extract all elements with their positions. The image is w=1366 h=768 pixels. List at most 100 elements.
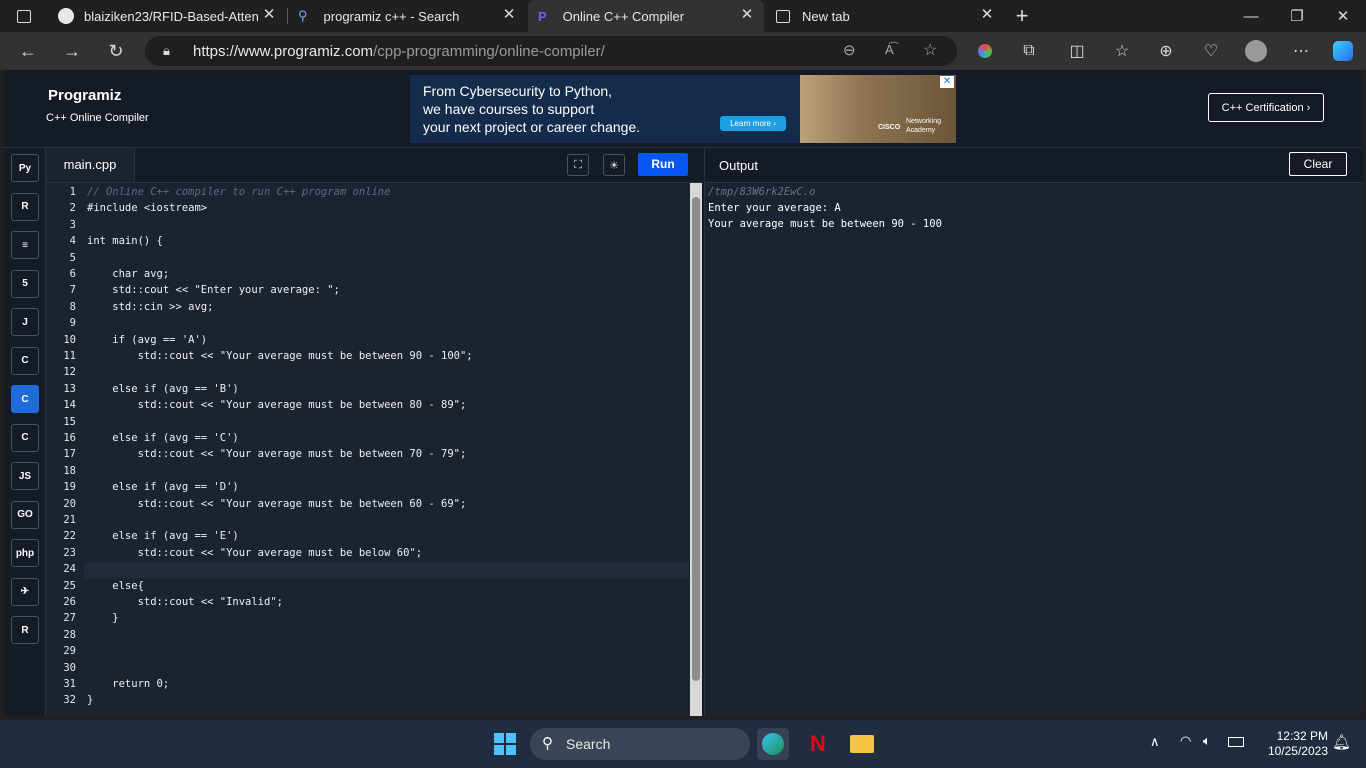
forward-icon[interactable]: →: [59, 39, 85, 63]
show-hidden-icons-chevron-icon[interactable]: ∧: [1150, 734, 1160, 750]
line-number: 26: [63, 596, 76, 608]
tab-actions-button[interactable]: [8, 0, 38, 32]
programiz-icon: P: [538, 8, 547, 24]
read-aloud-icon[interactable]: A͡: [885, 42, 894, 57]
line-number: 28: [63, 628, 76, 641]
extension-color-icon[interactable]: [972, 39, 998, 63]
language-sidebar: Py R ≡ 5 J C C C JS GO php ✈ R: [4, 148, 46, 716]
code-line: if (avg == 'A'): [87, 333, 208, 346]
ad-brand: CISCO: [878, 124, 901, 131]
back-icon[interactable]: ←: [15, 39, 41, 63]
wifi-icon[interactable]: ◠: [1180, 733, 1191, 749]
code-line: }: [87, 612, 119, 625]
split-screen-icon[interactable]: ◫: [1064, 39, 1090, 63]
zoom-icon[interactable]: ⊖: [843, 41, 856, 59]
code-line: std::cin >> avg;: [87, 300, 214, 313]
restore-icon[interactable]: ❐: [1274, 0, 1320, 32]
code-line: return 0;: [87, 678, 170, 690]
line-number: 32: [63, 694, 76, 707]
taskbar-clock[interactable]: 12:32 PM 10/25/2023: [1258, 729, 1328, 759]
notification-bell-icon[interactable]: 🔔︎: [1332, 733, 1351, 751]
refresh-icon[interactable]: ↻: [103, 39, 129, 63]
profile-avatar-icon[interactable]: [1243, 39, 1269, 63]
ad-line-1: From Cybersecurity to Python,: [423, 83, 613, 99]
theme-toggle-icon[interactable]: ☀: [603, 154, 625, 176]
volume-icon[interactable]: 🔈︎: [1203, 733, 1211, 749]
address-bar[interactable]: 🔒︎ https://www.programiz.com/cpp-program…: [145, 36, 957, 66]
extensions-icon[interactable]: ⧉: [1016, 39, 1042, 63]
tab-actions-icon: [17, 9, 31, 23]
browser-toolbar: ← → ↻ 🔒︎ https://www.programiz.com/cpp-p…: [0, 32, 1366, 70]
browser-essentials-icon[interactable]: ♡: [1198, 39, 1224, 63]
file-tab[interactable]: main.cpp: [46, 148, 135, 182]
line-number: 18: [63, 464, 76, 477]
ad-close-icon[interactable]: ✕: [940, 76, 954, 88]
c-language-icon[interactable]: C: [11, 346, 39, 375]
tab-search[interactable]: ⚲ programiz c++ - Search ✕: [288, 0, 526, 32]
go-language-icon[interactable]: GO: [11, 500, 39, 529]
html-language-icon[interactable]: 5: [11, 269, 39, 298]
line-number: 2: [69, 202, 76, 215]
lock-icon: 🔒︎: [163, 43, 170, 58]
clear-button[interactable]: Clear: [1289, 152, 1347, 176]
line-number: 11: [63, 350, 76, 362]
close-window-icon[interactable]: ✕: [1320, 0, 1366, 32]
output-line: /tmp/83W6rk2EwC.o: [708, 186, 816, 198]
favorite-star-icon[interactable]: ☆: [923, 40, 937, 60]
minimize-icon[interactable]: —: [1228, 0, 1274, 32]
code-editor[interactable]: 1 // Online C++ compiler to run C++ progr…: [46, 183, 702, 716]
line-number: 4: [69, 235, 76, 248]
java-language-icon[interactable]: J: [11, 308, 39, 336]
collections-icon[interactable]: ⊕: [1153, 39, 1179, 63]
line-number: 9: [69, 317, 76, 330]
more-options-icon[interactable]: ⋯: [1288, 39, 1314, 63]
close-tab-icon[interactable]: ✕: [502, 7, 516, 22]
fullscreen-icon[interactable]: ⛶: [567, 154, 589, 176]
advertisement-banner[interactable]: From Cybersecurity to Python, we have co…: [410, 75, 956, 143]
rust-language-icon[interactable]: R: [11, 616, 39, 644]
code-line: else{: [87, 579, 144, 592]
edge-taskbar-icon[interactable]: [757, 728, 789, 760]
taskbar-search[interactable]: ⚲ Search: [530, 728, 750, 760]
tab-online-compiler[interactable]: P Online C++ Compiler ✕: [528, 0, 764, 32]
windows-start-icon[interactable]: [489, 728, 521, 760]
close-tab-icon[interactable]: ✕: [262, 7, 276, 22]
tab-github[interactable]: blaiziken23/RFID-Based-Attendar ✕: [48, 0, 286, 32]
line-number: 30: [63, 661, 76, 674]
browser-tab-bar: blaiziken23/RFID-Based-Attendar ✕ ⚲ prog…: [0, 0, 1366, 32]
line-number: 17: [63, 448, 76, 461]
code-line: int main() {: [87, 235, 163, 248]
taskbar-search-label: Search: [566, 736, 611, 752]
line-number: 19: [63, 481, 76, 494]
python-language-icon[interactable]: Py: [11, 154, 39, 182]
editor-scrollbar-thumb[interactable]: [692, 197, 700, 681]
run-button[interactable]: Run: [638, 153, 688, 176]
sql-language-icon[interactable]: ≡: [11, 231, 39, 259]
swift-language-icon[interactable]: ✈: [11, 577, 39, 606]
code-line: std::cout << "Enter your average: ";: [87, 284, 340, 297]
close-tab-icon[interactable]: ✕: [980, 7, 994, 22]
cpp-certification-button[interactable]: C++ Certification ›: [1208, 93, 1324, 122]
battery-icon[interactable]: [1228, 737, 1244, 747]
line-number: 1: [69, 186, 76, 198]
close-tab-icon[interactable]: ✕: [740, 7, 754, 22]
r-language-icon[interactable]: R: [11, 192, 39, 221]
line-number: 5: [69, 251, 76, 264]
newtab-icon: [776, 9, 790, 23]
cpp-language-icon[interactable]: C: [11, 385, 39, 413]
programiz-logo[interactable]: Programiz: [48, 87, 121, 104]
netflix-icon[interactable]: N: [802, 728, 834, 760]
new-tab-button[interactable]: +: [1008, 0, 1036, 32]
ad-learn-more-button[interactable]: Learn more ›: [720, 116, 786, 131]
output-console[interactable]: /tmp/83W6rk2EwC.o Enter your average: A …: [704, 183, 1363, 716]
php-language-icon[interactable]: php: [11, 539, 39, 567]
file-explorer-icon[interactable]: [846, 728, 878, 760]
js-language-icon[interactable]: JS: [11, 462, 39, 490]
csharp-language-icon[interactable]: C: [11, 423, 39, 452]
line-number: 27: [63, 612, 76, 625]
favorites-icon[interactable]: ☆: [1109, 39, 1135, 63]
code-line: std::cout << "Your average must be betwe…: [87, 350, 473, 362]
search-icon: ⚲: [542, 735, 553, 752]
tab-new-tab[interactable]: New tab ✕: [766, 0, 1004, 32]
copilot-icon[interactable]: [1330, 39, 1356, 63]
